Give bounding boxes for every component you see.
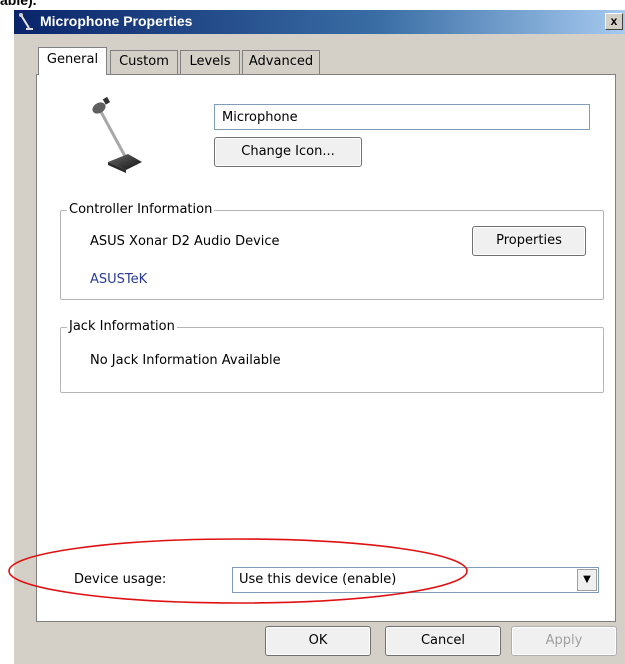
device-name-input[interactable] bbox=[214, 104, 590, 130]
close-button[interactable]: x bbox=[605, 13, 623, 30]
controller-vendor-link[interactable]: ASUSTeK bbox=[90, 272, 147, 287]
controller-information-title: Controller Information bbox=[67, 202, 215, 218]
jack-information-message: No Jack Information Available bbox=[90, 353, 281, 368]
microphone-device-icon bbox=[92, 96, 142, 173]
tab-advanced[interactable]: Advanced bbox=[242, 50, 320, 74]
tab-custom[interactable]: Custom bbox=[110, 50, 178, 74]
tab-general[interactable]: General bbox=[38, 47, 107, 75]
controller-device-name: ASUS Xonar D2 Audio Device bbox=[90, 234, 280, 249]
ok-button[interactable]: OK bbox=[265, 626, 371, 656]
top-text-fragment: able). bbox=[0, 0, 37, 8]
highlight-ellipse bbox=[8, 538, 468, 604]
controller-properties-button[interactable]: Properties bbox=[472, 226, 586, 256]
tab-levels[interactable]: Levels bbox=[180, 50, 240, 74]
jack-information-title: Jack Information bbox=[67, 319, 177, 335]
apply-button[interactable]: Apply bbox=[511, 626, 617, 656]
microphone-icon bbox=[19, 13, 33, 30]
cancel-button[interactable]: Cancel bbox=[385, 626, 501, 656]
title-bar[interactable]: Microphone Properties x bbox=[14, 10, 625, 34]
red-annotation-ellipse bbox=[8, 538, 468, 604]
chevron-down-icon[interactable]: ▼ bbox=[577, 569, 597, 591]
window-title: Microphone Properties bbox=[40, 13, 193, 29]
change-icon-button[interactable]: Change Icon... bbox=[214, 137, 362, 167]
